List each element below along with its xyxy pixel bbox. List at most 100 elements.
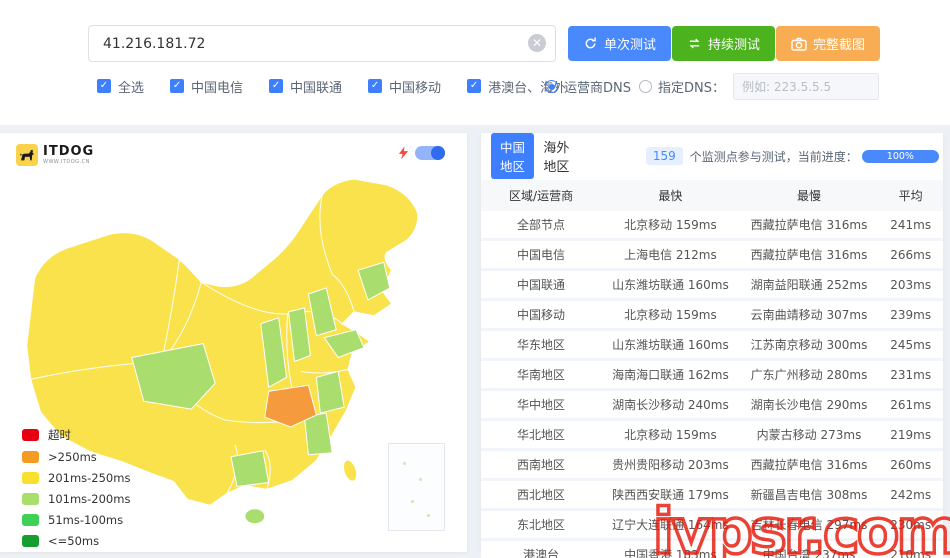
filter-checkboxes: ✓ 全选 ✓ 中国电信 ✓ 中国联通 ✓ 中国移动 ✓ 港澳台、海外 (97, 76, 566, 96)
custom-dns-input[interactable] (733, 73, 879, 100)
fastest-cell: 辽宁大连联通 164ms (601, 509, 740, 541)
itdog-ping-page: ✕ 单次测试 持续测试 完整截图 ✓全选✓中国电信✓中国联通✓中国移动✓港澳台、… (0, 0, 950, 558)
region-cell: 中国电信 (481, 239, 602, 271)
checkbox-label: 中国移动 (389, 80, 442, 96)
tab-overseas-region[interactable]: 海外地区 (543, 137, 569, 175)
table-header-row: 区域/运营商 最快 最慢 平均 (481, 180, 943, 211)
custom-dns-label: 指定DNS： (658, 81, 725, 96)
legend-item: 201ms-250ms (22, 471, 130, 485)
legend-item: 51ms-100ms (22, 513, 130, 527)
checkbox-label: 全选 (118, 80, 145, 96)
fastest-cell: 北京移动 159ms (601, 211, 740, 241)
avg-cell: 210ms (878, 539, 943, 558)
fastest-cell: 上海电信 212ms (601, 239, 740, 271)
slowest-cell: 西藏拉萨电信 316ms (739, 211, 879, 241)
slowest-cell: 吉林长春电信 297ms (739, 509, 879, 541)
map-legend: 超时 >250ms 201ms-250ms 101ms-200ms 51ms-100ms… (22, 427, 130, 548)
legend-swatch (22, 493, 39, 505)
lightning-icon (398, 146, 409, 160)
legend-label: <=50ms (48, 534, 100, 548)
legend-swatch (22, 451, 39, 463)
region-cell: 中国联通 (481, 269, 602, 301)
table-row: 中国电信 上海电信 212ms 西藏拉萨电信 316ms 266ms (481, 239, 943, 271)
slowest-cell: 湖南长沙电信 290ms (739, 389, 879, 421)
region-cell: 中国移动 (481, 299, 602, 331)
full-screenshot-button[interactable]: 完整截图 (776, 26, 881, 61)
radio-unselected-icon (639, 80, 652, 93)
avg-cell: 203ms (878, 269, 943, 301)
table-row: 西南地区 贵州贵阳移动 203ms 西藏拉萨电信 316ms 260ms (481, 449, 943, 481)
map-panel: ITDOG WWW.ITDOG.CN 超时 >250ms 201ms-250ms… (0, 133, 467, 552)
legend-item: <=50ms (22, 534, 130, 548)
custom-dns-radio[interactable]: 指定DNS： (639, 77, 725, 96)
slowest-cell: 中国台湾 237ms (739, 539, 879, 558)
table-row: 华南地区 海南海口联通 162ms 广东广州移动 280ms 231ms (481, 359, 943, 391)
single-test-button[interactable]: 单次测试 (568, 26, 672, 61)
avg-cell: 266ms (878, 239, 943, 271)
full-screenshot-label: 完整截图 (813, 38, 866, 53)
region-cell: 华中地区 (481, 389, 602, 421)
table-row: 西北地区 陕西西安联通 179ms 新疆昌吉电信 308ms 242ms (481, 479, 943, 511)
table-row: 东北地区 辽宁大连联通 164ms 吉林长春电信 297ms 230ms (481, 509, 943, 541)
host-input-wrap: ✕ (88, 25, 556, 62)
region-cell: 港澳台 (481, 539, 602, 558)
slowest-cell: 云南曲靖移动 307ms (739, 299, 879, 331)
results-header: 中国地区 海外地区 159 个监测点参与测试，当前进度： 100% (491, 133, 939, 179)
fastest-cell: 山东潍坊联通 160ms (601, 329, 740, 361)
toggle-knob (431, 146, 445, 160)
progress-bar: 100% (861, 149, 939, 163)
avg-cell: 239ms (878, 299, 943, 331)
legend-label: 超时 (48, 428, 71, 442)
checkbox-checked-icon: ✓ (269, 79, 284, 93)
table-row: 华中地区 湖南长沙移动 240ms 湖南长沙电信 290ms 261ms (481, 389, 943, 421)
carrier-dns-label: 运营商DNS (564, 81, 631, 96)
fastest-cell: 湖南长沙移动 240ms (601, 389, 740, 421)
clear-input-icon[interactable]: ✕ (528, 34, 546, 52)
legend-label: 51ms-100ms (48, 513, 124, 527)
region-cell: 西南地区 (481, 449, 602, 481)
refresh-icon (585, 37, 596, 49)
slowest-cell: 西藏拉萨电信 316ms (739, 449, 879, 481)
legend-swatch (22, 514, 39, 526)
slowest-cell: 广东广州移动 280ms (739, 359, 879, 391)
fastest-cell: 贵州贵阳移动 203ms (601, 449, 740, 481)
avg-cell: 242ms (878, 479, 943, 511)
results-table: 区域/运营商 最快 最慢 平均 全部节点 北京移动 159ms 西藏拉萨电信 316… (481, 180, 943, 558)
avg-cell: 260ms (878, 449, 943, 481)
taiwan-island (342, 459, 358, 482)
progress-text: 个监测点参与测试，当前进度： (689, 149, 858, 164)
table-row: 华东地区 山东潍坊联通 160ms 江苏南京移动 300ms 245ms (481, 329, 943, 361)
region-cell: 西北地区 (481, 479, 602, 511)
legend-label: 101ms-200ms (48, 492, 131, 506)
monitor-count-badge: 159 (645, 147, 683, 165)
checkbox-label: 中国电信 (191, 80, 244, 96)
avg-cell: 231ms (878, 359, 943, 391)
slowest-cell: 西藏拉萨电信 316ms (739, 239, 879, 271)
avg-cell: 241ms (878, 211, 943, 241)
single-test-label: 单次测试 (604, 38, 657, 53)
results-panel: 中国地区 海外地区 159 个监测点参与测试，当前进度： 100% 区域/运营商… (481, 133, 943, 558)
carrier-dns-radio[interactable]: 运营商DNS (545, 77, 631, 96)
avg-cell: 219ms (878, 419, 943, 451)
column-region: 区域/运营商 (481, 180, 602, 211)
test-toolbar: ✕ 单次测试 持续测试 完整截图 ✓全选✓中国电信✓中国联通✓中国移动✓港澳台、… (0, 0, 950, 125)
host-input[interactable] (88, 25, 556, 62)
filter-checkbox[interactable]: ✓ 全选 (97, 77, 144, 96)
continuous-test-button[interactable]: 持续测试 (672, 26, 776, 61)
itdog-logo[interactable]: ITDOG WWW.ITDOG.CN (16, 144, 94, 166)
checkbox-checked-icon: ✓ (97, 79, 111, 93)
loop-icon (689, 38, 700, 49)
legend-label: 201ms-250ms (48, 471, 131, 485)
region-cell: 华南地区 (481, 359, 602, 391)
fastest-cell: 海南海口联通 162ms (601, 359, 740, 391)
checkbox-label: 中国联通 (290, 80, 343, 96)
tab-china-region[interactable]: 中国地区 (491, 133, 535, 179)
speed-toggle[interactable] (415, 146, 445, 160)
filter-checkbox[interactable]: ✓ 中国联通 (269, 77, 342, 96)
speed-toggle-wrap (398, 146, 445, 160)
table-row: 中国联通 山东潍坊联通 160ms 湖南益阳联通 252ms 203ms (481, 269, 943, 301)
fastest-cell: 山东潍坊联通 160ms (601, 269, 740, 301)
filter-checkbox[interactable]: ✓ 中国电信 (170, 77, 243, 96)
filter-checkbox[interactable]: ✓ 中国移动 (368, 77, 441, 96)
fastest-cell: 陕西西安联通 179ms (601, 479, 740, 511)
